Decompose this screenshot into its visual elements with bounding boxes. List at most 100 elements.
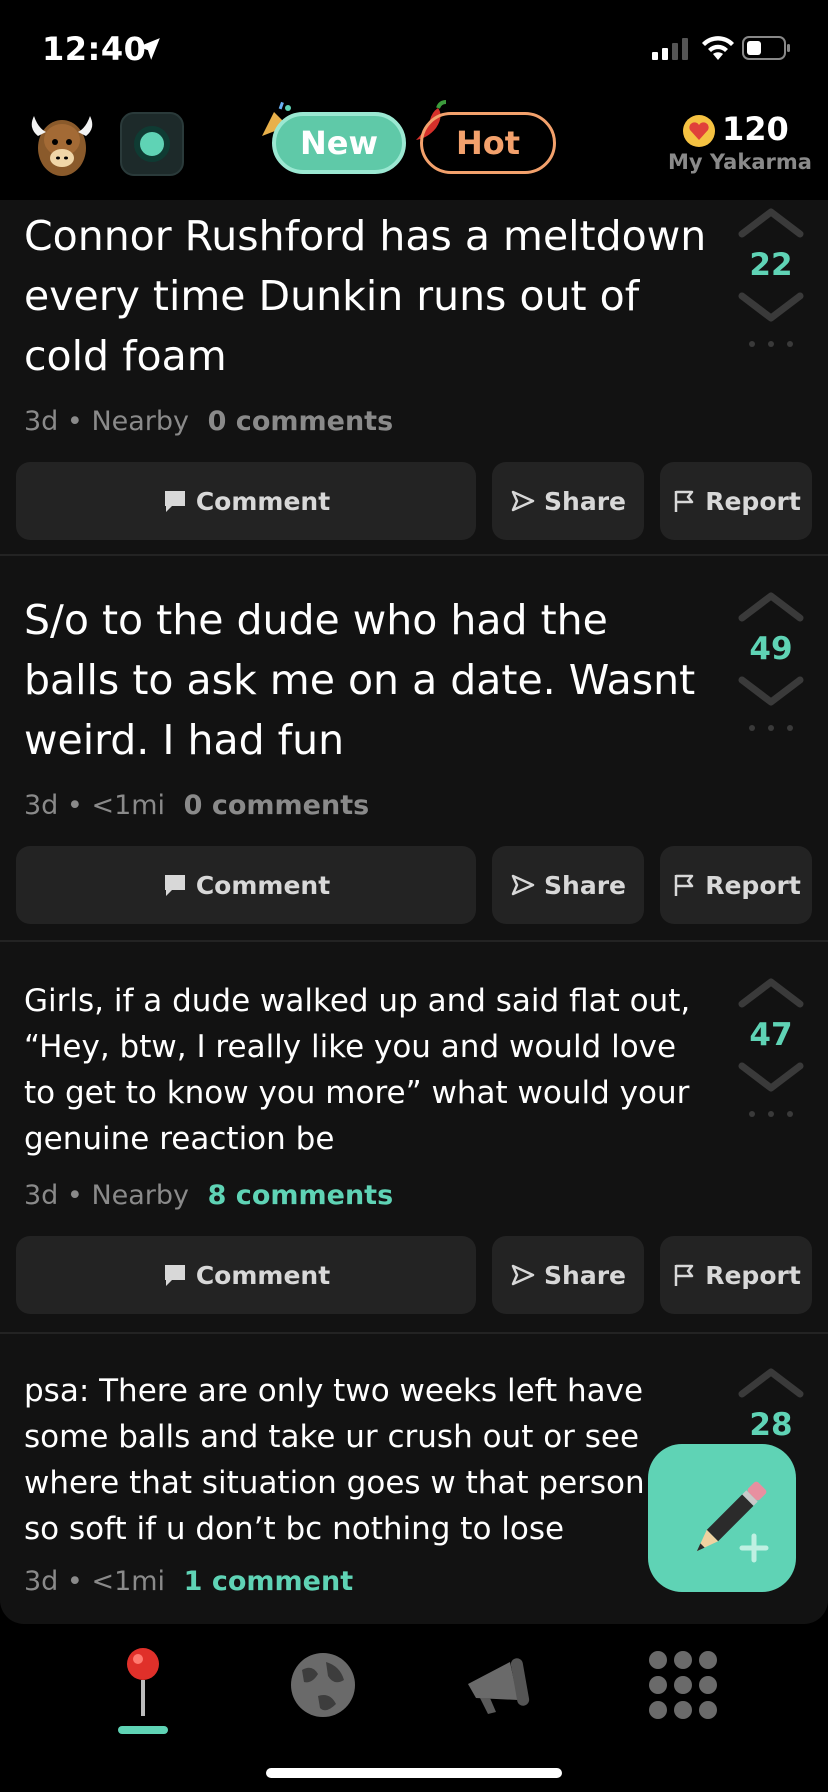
active-tab-indicator	[118, 1726, 168, 1734]
wifi-icon	[702, 36, 734, 60]
downvote-chevron-icon[interactable]	[736, 1058, 806, 1098]
upvote-chevron-icon[interactable]	[736, 202, 806, 242]
post-actions: Comment Share Report	[16, 846, 812, 924]
meta-separator: •	[66, 406, 83, 437]
downvote-chevron-icon[interactable]	[736, 288, 806, 328]
report-button[interactable]: Report	[660, 462, 812, 540]
comment-bubble-icon	[164, 491, 185, 512]
meta-separator: •	[66, 790, 83, 821]
more-dots-icon[interactable]	[746, 1108, 796, 1120]
header: New Hot 120 My Yakarma	[0, 100, 828, 200]
pin-icon[interactable]	[98, 1640, 188, 1730]
comment-count-link[interactable]: 0 comments	[184, 790, 370, 821]
report-button[interactable]: Report	[660, 846, 812, 924]
battery-icon	[742, 36, 790, 60]
globe-icon[interactable]	[278, 1640, 368, 1730]
herd-ring-icon	[134, 126, 170, 162]
share-button[interactable]: Share	[492, 1236, 644, 1314]
pencil-plus-icon	[696, 1481, 769, 1563]
yak-avatar-icon[interactable]	[28, 110, 96, 180]
vote-control: 22	[736, 202, 806, 350]
downvote-chevron-icon[interactable]	[736, 672, 806, 712]
report-button-label: Report	[705, 486, 801, 516]
more-dots-icon[interactable]	[746, 338, 796, 350]
megaphone-icon[interactable]	[454, 1640, 544, 1730]
post-location: <1mi	[91, 790, 166, 821]
status-bar: 12:40	[0, 0, 828, 100]
comment-bubble-icon	[164, 875, 185, 896]
post-age: 3d	[24, 1180, 59, 1211]
karma-value[interactable]: 120	[722, 110, 789, 148]
post-location: Nearby	[91, 406, 190, 437]
vote-score: 22	[749, 247, 793, 283]
karma-label[interactable]: My Yakarma	[668, 150, 812, 174]
share-arrow-icon	[511, 874, 535, 896]
post-text[interactable]: S/o to the dude who had the balls to ask…	[24, 590, 714, 770]
share-button-label: Share	[544, 1260, 626, 1290]
herd-icon[interactable]	[120, 112, 184, 176]
report-button-label: Report	[705, 1260, 801, 1290]
flag-icon	[674, 1264, 694, 1286]
post-actions: Comment Share Report	[16, 462, 812, 540]
share-button[interactable]: Share	[492, 846, 644, 924]
grid-icon[interactable]	[638, 1640, 728, 1730]
post-meta: 3d • Nearby 8 comments	[24, 1180, 393, 1211]
flag-icon	[674, 874, 694, 896]
comment-button-label: Comment	[195, 1260, 331, 1290]
tab-hot-label: Hot	[455, 124, 521, 162]
post-card[interactable]: Connor Rushford has a meltdown every tim…	[0, 200, 828, 556]
tab-new-label: New	[299, 124, 379, 162]
comment-bubble-icon	[164, 1265, 185, 1286]
share-button-label: Share	[544, 870, 626, 900]
upvote-chevron-icon[interactable]	[736, 1362, 806, 1402]
share-arrow-icon	[511, 1264, 535, 1286]
vote-score: 49	[749, 631, 793, 667]
post-meta: 3d • <1mi 1 comment	[24, 1566, 353, 1597]
bottom-nav	[0, 1624, 828, 1792]
vote-control: 47	[736, 972, 806, 1120]
meta-separator: •	[66, 1566, 83, 1597]
post-age: 3d	[24, 406, 59, 437]
comment-button[interactable]: Comment	[16, 462, 476, 540]
vote-control: 49	[736, 586, 806, 734]
vote-score: 47	[749, 1017, 793, 1053]
status-time: 12:40	[42, 30, 147, 68]
post-text[interactable]: Connor Rushford has a meltdown every tim…	[24, 206, 714, 386]
feed: Connor Rushford has a meltdown every tim…	[0, 200, 828, 1624]
tab-new[interactable]: New	[272, 112, 406, 174]
post-location: <1mi	[91, 1566, 166, 1597]
share-button[interactable]: Share	[492, 462, 644, 540]
karma-heart-icon	[683, 115, 715, 147]
post-actions: Comment Share Report	[16, 1236, 812, 1314]
tab-hot[interactable]: Hot	[420, 112, 556, 174]
comment-button-label: Comment	[195, 870, 331, 900]
vote-score: 28	[749, 1407, 793, 1443]
post-text[interactable]: psa: There are only two weeks left have …	[24, 1368, 714, 1552]
upvote-chevron-icon[interactable]	[736, 972, 806, 1012]
comment-count-link[interactable]: 8 comments	[208, 1180, 394, 1211]
vote-control: 28	[736, 1362, 806, 1448]
comment-button-label: Comment	[195, 486, 331, 516]
compose-button[interactable]	[648, 1444, 796, 1592]
comment-count-link[interactable]: 0 comments	[208, 406, 394, 437]
post-meta: 3d • <1mi 0 comments	[24, 790, 369, 821]
meta-separator: •	[66, 1180, 83, 1211]
comment-button[interactable]: Comment	[16, 1236, 476, 1314]
upvote-chevron-icon[interactable]	[736, 586, 806, 626]
post-card[interactable]: Girls, if a dude walked up and said flat…	[0, 942, 828, 1334]
cellular-signal-icon	[652, 38, 688, 60]
post-age: 3d	[24, 1566, 59, 1597]
post-text[interactable]: Girls, if a dude walked up and said flat…	[24, 978, 714, 1162]
post-location: Nearby	[91, 1180, 190, 1211]
home-indicator[interactable]	[266, 1768, 562, 1778]
post-card[interactable]: S/o to the dude who had the balls to ask…	[0, 556, 828, 942]
comment-button[interactable]: Comment	[16, 846, 476, 924]
report-button-label: Report	[705, 870, 801, 900]
comment-count-link[interactable]: 1 comment	[184, 1566, 353, 1597]
flag-icon	[674, 490, 694, 512]
more-dots-icon[interactable]	[746, 722, 796, 734]
location-arrow-icon	[138, 38, 160, 60]
post-meta: 3d • Nearby 0 comments	[24, 406, 393, 437]
report-button[interactable]: Report	[660, 1236, 812, 1314]
share-arrow-icon	[511, 490, 535, 512]
